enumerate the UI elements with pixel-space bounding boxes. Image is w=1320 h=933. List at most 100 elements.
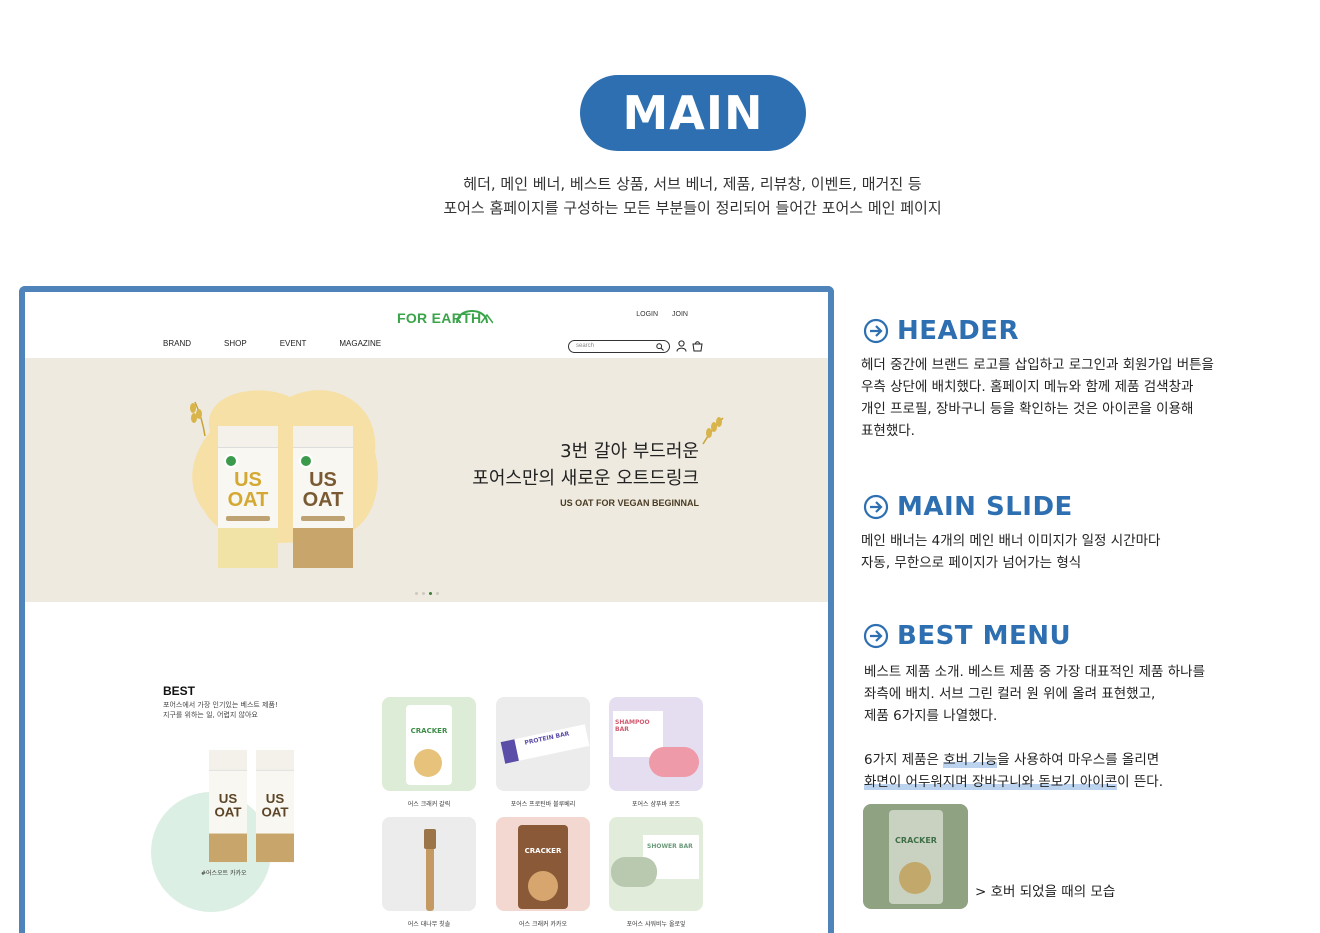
carton-label: US OAT xyxy=(302,469,344,511)
search-placeholder: search xyxy=(576,343,595,349)
section-main-slide-title: MAIN SLIDE xyxy=(863,492,1073,522)
section-title: BEST MENU xyxy=(897,621,1072,651)
product-caption: 어스 대나무 칫솔 xyxy=(407,921,451,928)
section-header-title: HEADER xyxy=(863,316,1019,346)
hover-state-product-card: CRACKER xyxy=(863,804,968,909)
cart-icon[interactable] xyxy=(692,340,703,352)
best-desc-line-2: 지구를 위하는 일, 어렵지 않아요 xyxy=(163,711,258,719)
main-banner[interactable]: US OAT US OAT 3번 갈아 부드러운 포어스만의 새로운 오트드링크… xyxy=(25,358,828,602)
section-header-text: 헤더 중간에 브랜드 로고를 삽입하고 로그인과 회원가입 버튼을 우측 상단에… xyxy=(861,354,1214,442)
text-line: 헤더 중간에 브랜드 로고를 삽입하고 로그인과 회원가입 버튼을 xyxy=(861,357,1214,373)
product-caption: 포어스 샴푸바 로즈 xyxy=(632,801,680,808)
product-image: CRACKER xyxy=(382,697,476,791)
product-image: CRACKER xyxy=(496,817,590,911)
best-desc-line-1: 포어스에서 가장 인기있는 베스트 제품! xyxy=(163,701,278,709)
text-line: 메인 배너는 4개의 메인 배너 이미지가 일정 시간마다 xyxy=(861,533,1161,549)
product-caption: 포어스 프로틴바 블루베리 xyxy=(510,801,576,808)
main-nav: BRAND SHOP EVENT MAGAZINE xyxy=(163,339,381,348)
arrow-circle-icon xyxy=(863,494,889,520)
best-feature-carton-1[interactable]: US OAT xyxy=(209,749,247,863)
auth-links: LOGIN JOIN xyxy=(636,311,688,318)
product-image: SHOWER BAR xyxy=(609,817,703,911)
page-title-badge: MAIN xyxy=(580,75,806,151)
product-label: CRACKER xyxy=(524,847,562,855)
best-desc: 포어스에서 가장 인기있는 베스트 제품! 지구를 위하는 일, 어렵지 않아요 xyxy=(163,700,278,720)
section-title: MAIN SLIDE xyxy=(897,492,1073,522)
search-icon[interactable] xyxy=(656,343,664,351)
text-line: 우측 상단에 배치했다. 홈페이지 메뉴와 함께 제품 검색창과 xyxy=(861,379,1194,395)
carton-label: US OAT xyxy=(214,790,242,820)
site-header: FOR EARTH LOGIN JOIN BRAND SHOP EVENT MA… xyxy=(25,292,828,358)
eco-badge-icon xyxy=(224,454,238,468)
nav-item-shop[interactable]: SHOP xyxy=(224,339,247,348)
wheat-icon-left xyxy=(190,401,206,437)
product-card[interactable]: CRACKER 어스 크래커 갈릭 xyxy=(382,697,476,808)
user-icon[interactable] xyxy=(676,340,687,352)
slide-dot[interactable] xyxy=(415,592,418,595)
product-card[interactable]: SHOWER BAR 포어스 샤워비누 올로잎 xyxy=(609,817,703,928)
carton-label: US OAT xyxy=(227,469,269,511)
slide-dot[interactable] xyxy=(422,592,425,595)
nav-item-event[interactable]: EVENT xyxy=(280,339,307,348)
section-best-menu-text: 베스트 제품 소개. 베스트 제품 중 가장 대표적인 제품 하나를 좌측에 배… xyxy=(864,661,1205,793)
search-input[interactable]: search xyxy=(568,340,670,353)
banner-headline-line-2: 포어스만의 새로운 오트드링크 xyxy=(472,468,699,489)
subtitle-line-1: 헤더, 메인 베너, 베스트 상품, 서브 베너, 제품, 리뷰창, 이벤트, … xyxy=(463,175,922,193)
arrow-circle-icon xyxy=(863,318,889,344)
subtitle-line-2: 포어스 홈페이지를 구성하는 모든 부분들이 정리되어 들어간 포어스 메인 페… xyxy=(443,199,942,217)
banner-headline-line-1: 3번 갈아 부드러운 xyxy=(560,441,699,462)
product-caption: 포어스 샤워비누 올로잎 xyxy=(626,921,686,928)
product-label: CRACKER xyxy=(410,727,448,735)
product-card[interactable]: CRACKER 어스 크래커 카카오 xyxy=(496,817,590,928)
product-label: SHOWER BAR xyxy=(647,843,693,850)
text-line: 베스트 제품 소개. 베스트 제품 중 가장 대표적인 제품 하나를 xyxy=(864,664,1205,680)
best-feature-carton-2[interactable]: US OAT xyxy=(256,749,294,863)
nav-item-magazine[interactable]: MAGAZINE xyxy=(339,339,381,348)
logo-arc-icon xyxy=(456,310,493,324)
product-caption: 어스 크래커 카카오 xyxy=(519,921,567,928)
product-image xyxy=(382,817,476,911)
text-line: 화면이 어두워지며 장바구니와 돋보기 아이콘이 뜬다. xyxy=(864,771,1205,793)
banner-headline: 3번 갈아 부드러운 포어스만의 새로운 오트드링크 xyxy=(417,438,699,492)
nav-item-brand[interactable]: BRAND xyxy=(163,339,191,348)
banner-tagline: US OAT FOR VEGAN BEGINNAL xyxy=(560,498,699,508)
product-card[interactable]: PROTEIN BAR 포어스 프로틴바 블루베리 xyxy=(496,697,590,808)
product-caption: 어스 크래커 갈릭 xyxy=(407,801,451,808)
product-carton-cacao: US OAT xyxy=(293,426,353,568)
carton-label: US OAT xyxy=(261,790,289,820)
text-line: 제품 6가지를 나열했다. xyxy=(864,708,998,724)
highlight-run: 화면이 어두워지며 장바구니와 돋보기 아이콘 xyxy=(864,774,1118,790)
slide-dot-active[interactable] xyxy=(429,592,432,595)
best-feature-caption: #어스오트 카카오 xyxy=(201,870,247,877)
text-run: 6가지 제품은 xyxy=(864,752,944,768)
header-icons xyxy=(676,340,703,352)
page-subtitle: 헤더, 메인 베너, 베스트 상품, 서브 베너, 제품, 리뷰창, 이벤트, … xyxy=(0,172,1320,220)
slide-indicator xyxy=(415,592,439,595)
section-title: HEADER xyxy=(897,316,1020,346)
hover-state-caption: > 호버 되었을 때의 모습 xyxy=(975,884,1116,900)
product-carton-original: US OAT xyxy=(218,426,278,568)
text-run: 을 사용하여 마우스를 올리면 xyxy=(997,752,1160,768)
page-title: MAIN xyxy=(622,86,764,140)
text-line: 6가지 제품은 호버 기능을 사용하여 마우스를 올리면 xyxy=(864,749,1205,771)
section-best-menu-title: BEST MENU xyxy=(863,621,1071,651)
eco-badge-icon xyxy=(299,454,313,468)
text-line: 개인 프로필, 장바구니 등을 확인하는 것은 아이콘을 이용해 xyxy=(861,401,1194,417)
product-label: SHAMPOO BAR xyxy=(615,719,650,733)
text-line: 표현했다. xyxy=(861,423,915,439)
text-line: 자동, 무한으로 페이지가 넘어가는 형식 xyxy=(861,555,1082,571)
product-card[interactable]: 어스 대나무 칫솔 xyxy=(382,817,476,928)
join-link[interactable]: JOIN xyxy=(672,311,688,318)
highlight-run: 호버 기능 xyxy=(943,752,998,768)
product-image: PROTEIN BAR xyxy=(496,697,590,791)
product-label: CRACKER xyxy=(895,836,937,845)
best-title: BEST xyxy=(163,684,196,698)
homepage-preview: FOR EARTH LOGIN JOIN BRAND SHOP EVENT MA… xyxy=(19,286,834,933)
login-link[interactable]: LOGIN xyxy=(636,311,658,318)
product-card[interactable]: SHAMPOO BAR 포어스 샴푸바 로즈 xyxy=(609,697,703,808)
arrow-circle-icon xyxy=(863,623,889,649)
text-run: 이 뜬다. xyxy=(1117,774,1163,790)
product-image: SHAMPOO BAR xyxy=(609,697,703,791)
slide-dot[interactable] xyxy=(436,592,439,595)
text-line: 좌측에 배치. 서브 그린 컬러 원 위에 올려 표현했고, xyxy=(864,686,1156,702)
